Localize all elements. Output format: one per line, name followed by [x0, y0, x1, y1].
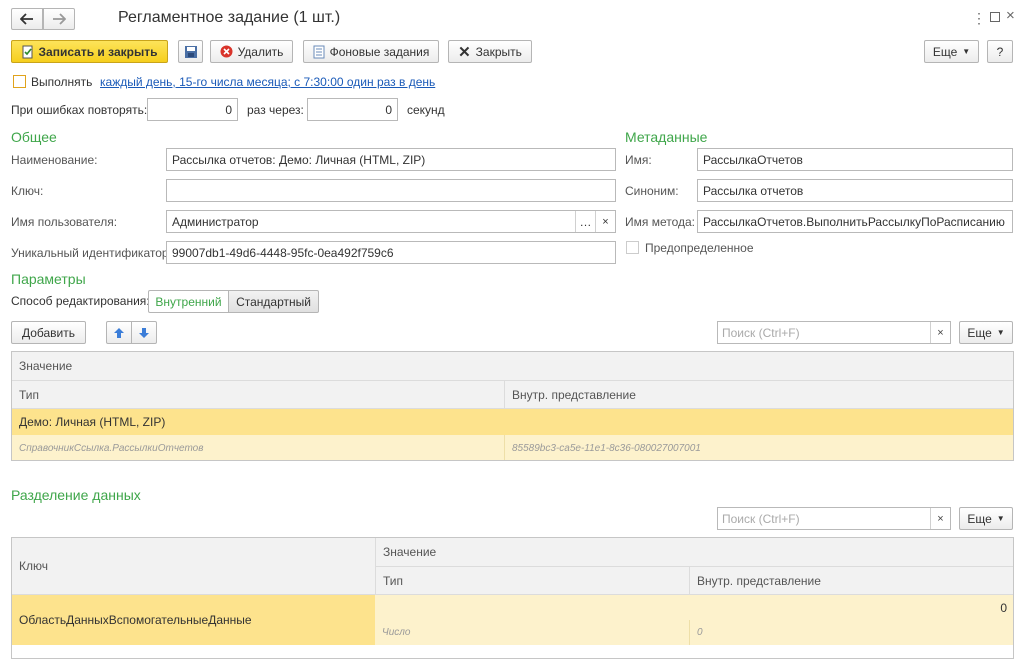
- user-field[interactable]: Администратор … ×: [166, 210, 616, 233]
- row-value-cell[interactable]: Демо: Личная (HTML, ZIP): [12, 409, 1013, 435]
- save-doc-icon: [22, 45, 34, 59]
- chevron-down-icon: ▼: [996, 328, 1005, 337]
- chevron-down-icon: ▼: [996, 514, 1005, 523]
- row-internal-cell[interactable]: 85589bc3-ca5e-11e1-8c36-080027007001: [504, 435, 1013, 460]
- params-table[interactable]: Значение Тип Внутр. представление Демо: …: [11, 351, 1014, 461]
- retry-label: При ошибках повторять:: [11, 103, 148, 117]
- arrow-right-icon: [53, 13, 66, 25]
- key-label: Ключ:: [11, 184, 44, 198]
- table-row[interactable]: ОбластьДанныхВспомогательныеДанные 0 Чис…: [12, 595, 1013, 645]
- row-value-cell[interactable]: 0: [375, 595, 1013, 620]
- save-button[interactable]: [178, 40, 203, 63]
- row-key-cell[interactable]: ОбластьДанныхВспомогательныеДанные: [12, 595, 375, 645]
- more-button[interactable]: Еще ▼: [924, 40, 979, 63]
- name-label: Наименование:: [11, 153, 98, 167]
- select-ellipsis-button[interactable]: …: [575, 211, 595, 232]
- retry-count-field[interactable]: 0: [147, 98, 238, 121]
- run-label: Выполнять: [31, 75, 93, 89]
- seconds-label: секунд: [407, 103, 445, 117]
- general-section-title: Общее: [11, 129, 57, 145]
- meta-synonym-field[interactable]: Рассылка отчетов: [697, 179, 1013, 202]
- predefined-label: Предопределенное: [645, 241, 754, 255]
- help-button[interactable]: ?: [987, 40, 1013, 63]
- schedule-link[interactable]: каждый день, 15-го числа месяца; с 7:30:…: [100, 75, 435, 89]
- params-search-input[interactable]: Поиск (Ctrl+F): [718, 326, 930, 340]
- retry-interval-field[interactable]: 0: [307, 98, 398, 121]
- window-title: Регламентное задание (1 шт.): [118, 9, 341, 26]
- arrow-up-icon: [114, 327, 124, 338]
- close-icon: ✕: [458, 43, 471, 61]
- meta-method-field[interactable]: РассылкаОтчетов.ВыполнитьРассылкуПоРаспи…: [697, 210, 1013, 233]
- delete-icon: [220, 45, 233, 58]
- table-row[interactable]: Демо: Личная (HTML, ZIP) СправочникСсылк…: [12, 409, 1013, 460]
- times-through-label: раз через:: [247, 103, 304, 117]
- more-label: Еще: [932, 44, 958, 59]
- mode-internal-button[interactable]: Внутренний: [148, 290, 229, 313]
- uid-label: Уникальный идентификатор:: [11, 246, 172, 260]
- maximize-icon[interactable]: [990, 12, 1000, 22]
- clear-search-icon[interactable]: ×: [930, 322, 950, 343]
- back-button[interactable]: [11, 8, 43, 30]
- separation-table[interactable]: Ключ Значение Тип Внутр. представление О…: [11, 537, 1014, 659]
- meta-name-field[interactable]: РассылкаОтчетов: [697, 148, 1013, 171]
- col-key-header[interactable]: Ключ: [12, 538, 375, 595]
- save-and-close-button[interactable]: Записать и закрыть: [11, 40, 168, 63]
- user-label: Имя пользователя:: [11, 215, 118, 229]
- metadata-section-title: Метаданные: [625, 129, 708, 145]
- move-up-button[interactable]: [106, 321, 132, 344]
- row-internal-cell[interactable]: 0: [689, 620, 1013, 645]
- row-value-text: 0: [1000, 600, 1007, 615]
- arrow-left-icon: [20, 13, 33, 25]
- move-down-button[interactable]: [131, 321, 157, 344]
- separation-search[interactable]: Поиск (Ctrl+F) ×: [717, 507, 951, 530]
- meta-method-label: Имя метода:: [625, 215, 696, 229]
- user-value: Администратор: [172, 214, 259, 229]
- clear-search-icon[interactable]: ×: [930, 508, 950, 529]
- edit-mode-label: Способ редактирования:: [11, 294, 150, 308]
- add-button[interactable]: Добавить: [11, 321, 86, 344]
- clear-icon[interactable]: ×: [595, 211, 615, 232]
- background-jobs-label: Фоновые задания: [329, 44, 430, 59]
- separation-more-label: Еще: [967, 511, 992, 526]
- separation-more-button[interactable]: Еще ▼: [959, 507, 1013, 530]
- params-more-button[interactable]: Еще ▼: [959, 321, 1013, 344]
- predefined-checkbox[interactable]: [626, 241, 639, 254]
- params-search[interactable]: Поиск (Ctrl+F) ×: [717, 321, 951, 344]
- col-value-header[interactable]: Значение: [375, 538, 1013, 567]
- key-field[interactable]: [166, 179, 616, 202]
- close-button[interactable]: ✕ Закрыть: [448, 40, 532, 63]
- col-value-header[interactable]: Значение: [12, 352, 1013, 381]
- col-type-header[interactable]: Тип: [375, 567, 689, 595]
- row-type-cell[interactable]: Число: [375, 620, 689, 645]
- floppy-disk-icon: [184, 45, 197, 58]
- arrow-down-icon: [139, 327, 149, 338]
- separation-search-input[interactable]: Поиск (Ctrl+F): [718, 512, 930, 526]
- forward-button[interactable]: [43, 8, 75, 30]
- name-field[interactable]: Рассылка отчетов: Демо: Личная (HTML, ZI…: [166, 148, 616, 171]
- uid-field[interactable]: 99007db1-49d6-4448-95fc-0ea492f759c6: [166, 241, 616, 264]
- separation-section-title: Разделение данных: [11, 487, 141, 503]
- col-internal-header[interactable]: Внутр. представление: [689, 567, 1013, 595]
- meta-synonym-label: Синоним:: [625, 184, 679, 198]
- chevron-down-icon: ▼: [962, 47, 971, 56]
- background-jobs-button[interactable]: Фоновые задания: [303, 40, 439, 63]
- run-checkbox[interactable]: [13, 75, 26, 88]
- window-menu-icon[interactable]: ⋮: [972, 10, 986, 27]
- params-more-label: Еще: [967, 325, 992, 340]
- col-internal-header[interactable]: Внутр. представление: [504, 381, 1013, 409]
- row-type-cell[interactable]: СправочникСсылка.РассылкиОтчетов: [12, 435, 504, 460]
- close-label: Закрыть: [475, 44, 522, 59]
- params-section-title: Параметры: [11, 271, 86, 287]
- mode-standard-button[interactable]: Стандартный: [228, 290, 319, 313]
- delete-label: Удалить: [237, 44, 284, 59]
- col-type-header[interactable]: Тип: [12, 381, 504, 409]
- document-list-icon: [313, 45, 325, 59]
- meta-name-label: Имя:: [625, 153, 652, 167]
- save-and-close-label: Записать и закрыть: [38, 44, 158, 59]
- close-window-icon[interactable]: ×: [1006, 7, 1015, 24]
- delete-button[interactable]: Удалить: [210, 40, 293, 63]
